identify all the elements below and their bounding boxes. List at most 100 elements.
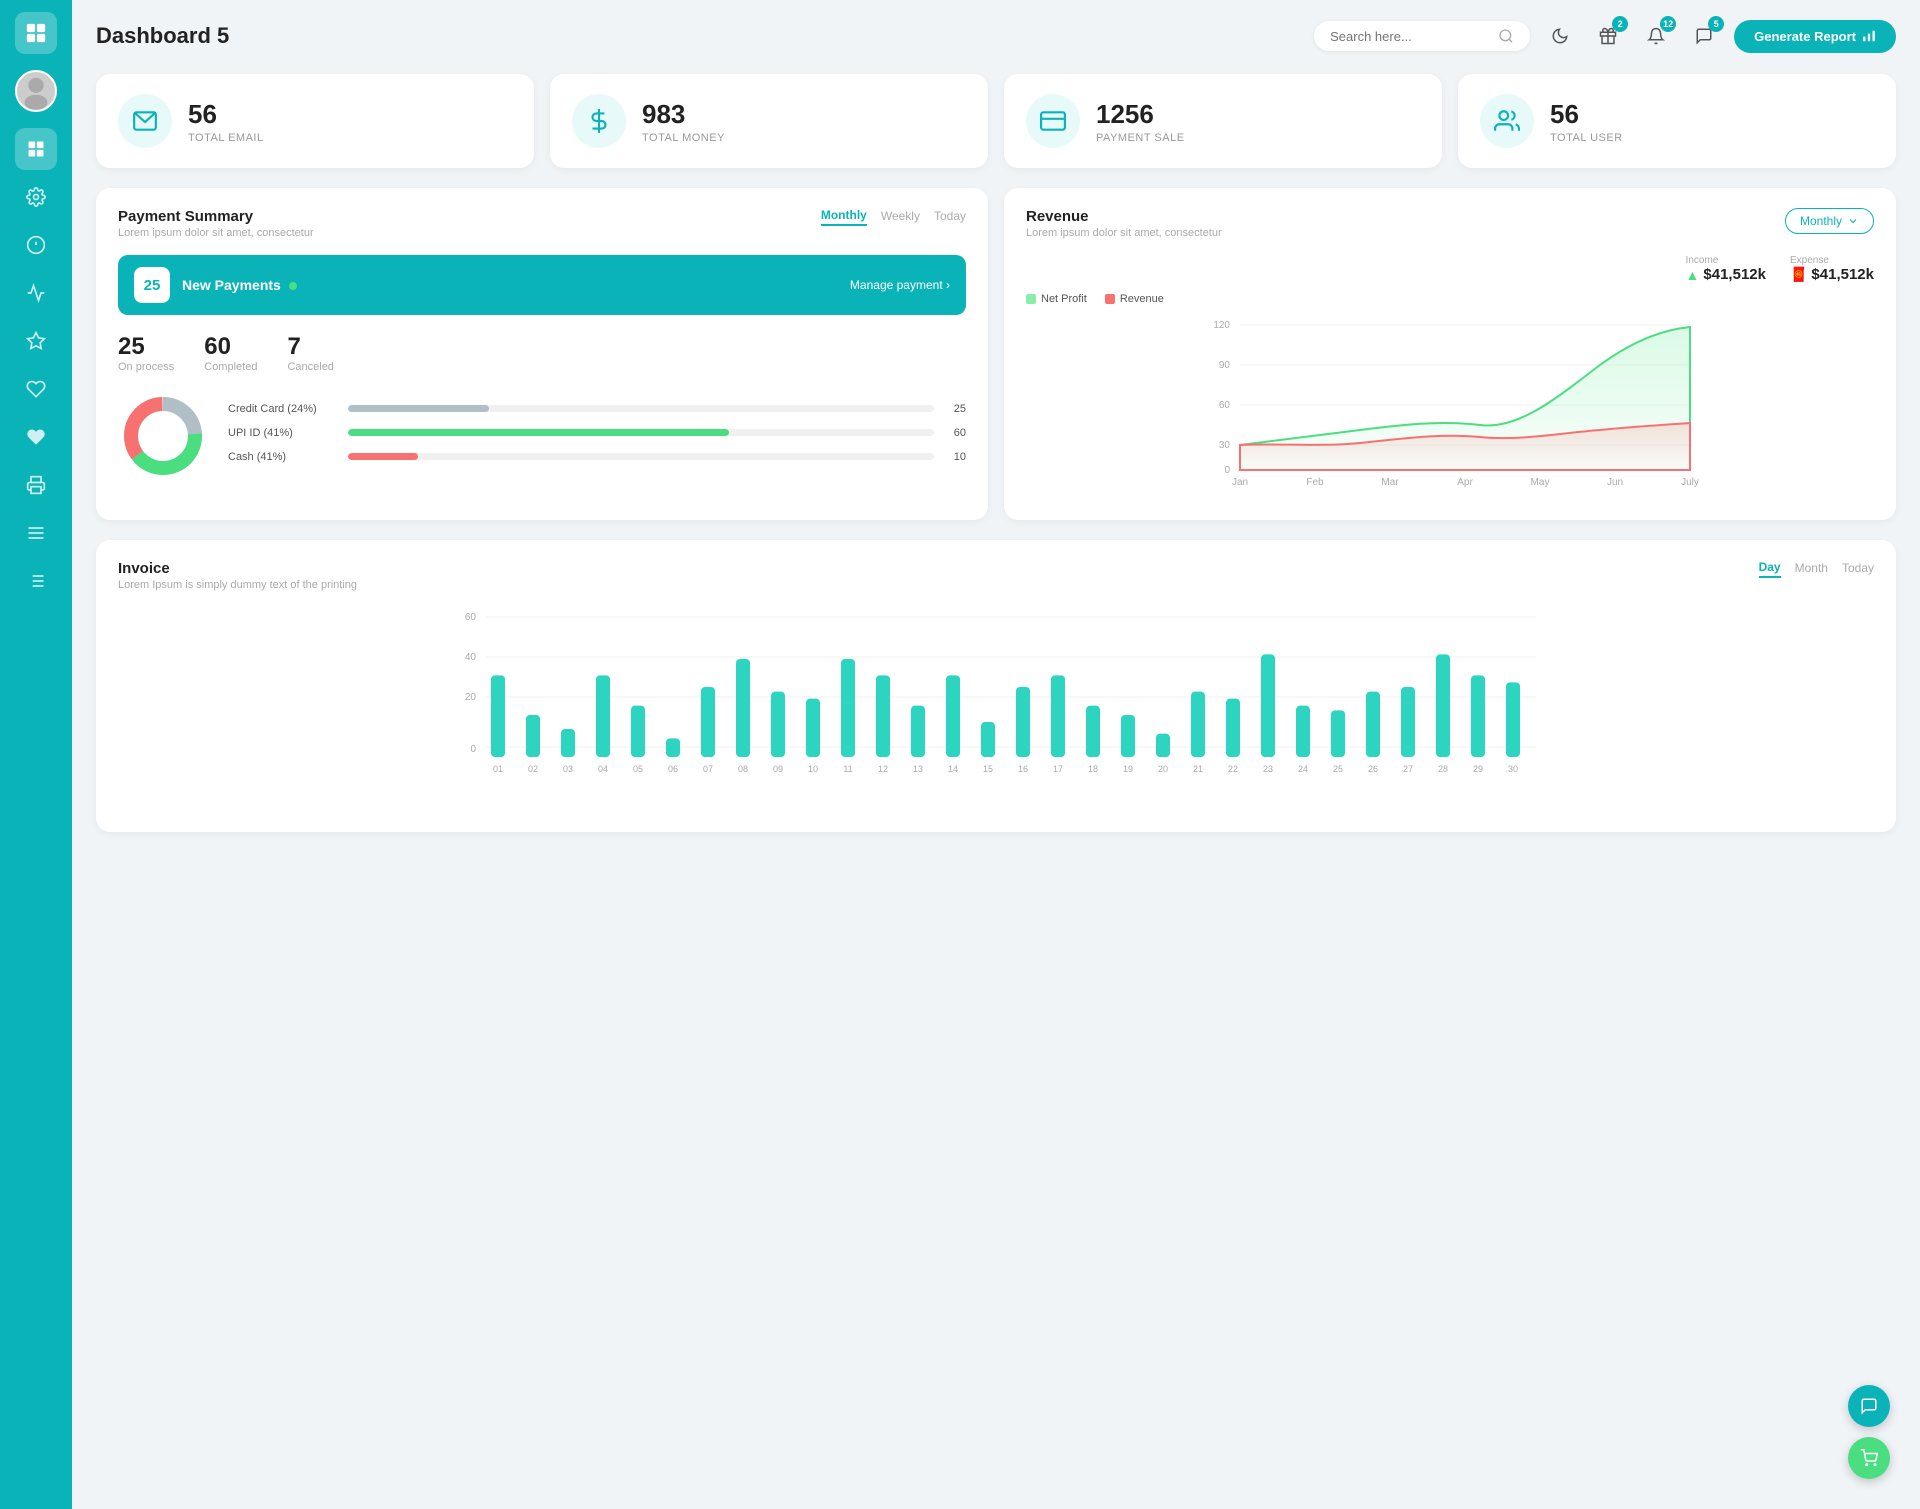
tab-today-invoice[interactable]: Today — [1842, 560, 1874, 578]
bar-item[interactable] — [1156, 734, 1170, 757]
bar-item[interactable] — [666, 738, 680, 757]
svg-text:05: 05 — [633, 764, 643, 774]
bar-item[interactable] — [491, 675, 505, 757]
bar-item[interactable] — [841, 659, 855, 757]
tab-weekly-payment[interactable]: Weekly — [881, 208, 920, 226]
chat-badge: 5 — [1708, 16, 1724, 32]
revenue-label: Revenue — [1120, 293, 1164, 305]
chat-button[interactable]: 5 — [1686, 18, 1722, 54]
bar-item[interactable] — [771, 692, 785, 757]
sidebar-item-list[interactable] — [15, 560, 57, 602]
bar-item[interactable] — [526, 715, 540, 757]
progress-item-cash: Cash (41%) 10 — [228, 451, 966, 463]
tab-monthly-payment[interactable]: Monthly — [821, 208, 867, 226]
sidebar-logo[interactable] — [15, 12, 57, 54]
stat-info-payment: 1256 PAYMENT SALE — [1096, 99, 1185, 144]
bar-item[interactable] — [1436, 654, 1450, 757]
bar-item[interactable] — [1226, 699, 1240, 757]
invoice-header: Invoice Lorem Ipsum is simply dummy text… — [118, 560, 1874, 591]
bar-item[interactable] — [1191, 692, 1205, 757]
bar-item[interactable] — [1051, 675, 1065, 757]
bell-badge: 12 — [1660, 16, 1676, 32]
page-title: Dashboard 5 — [96, 23, 229, 49]
cart-button[interactable] — [1848, 1437, 1890, 1479]
progress-item-upi: UPI ID (41%) 60 — [228, 427, 966, 439]
payment-methods-row: Credit Card (24%) 25 UPI ID (41%) 60 — [118, 391, 966, 486]
sidebar-item-heart-outline[interactable] — [15, 368, 57, 410]
sidebar-item-dashboard[interactable] — [15, 128, 57, 170]
sidebar-item-star[interactable] — [15, 320, 57, 362]
support-button[interactable] — [1848, 1385, 1890, 1427]
bar-item[interactable] — [1506, 682, 1520, 757]
tab-day-invoice[interactable]: Day — [1759, 560, 1781, 578]
bar-item[interactable] — [561, 729, 575, 757]
sidebar-item-print[interactable] — [15, 464, 57, 506]
bar-item[interactable] — [806, 699, 820, 757]
svg-text:14: 14 — [948, 764, 958, 774]
svg-text:12: 12 — [878, 764, 888, 774]
bar-item[interactable] — [1121, 715, 1135, 757]
bar-item[interactable] — [946, 675, 960, 757]
manage-payment-link[interactable]: Manage payment › — [850, 278, 950, 292]
email-icon — [132, 108, 158, 134]
bar-item[interactable] — [1261, 654, 1275, 757]
svg-text:0: 0 — [470, 744, 476, 755]
bar-item[interactable] — [876, 675, 890, 757]
bar-item[interactable] — [1331, 710, 1345, 757]
generate-report-label: Generate Report — [1754, 29, 1856, 44]
panels-row: Payment Summary Lorem ipsum dolor sit am… — [96, 188, 1896, 520]
bar-item[interactable] — [981, 722, 995, 757]
invoice-title: Invoice — [118, 560, 357, 577]
bar-item[interactable] — [911, 706, 925, 757]
svg-text:16: 16 — [1018, 764, 1028, 774]
search-input[interactable] — [1330, 29, 1490, 44]
sidebar-item-chart[interactable] — [15, 272, 57, 314]
dark-mode-toggle[interactable] — [1542, 18, 1578, 54]
completed-value: 60 — [204, 333, 257, 361]
generate-report-button[interactable]: Generate Report — [1734, 20, 1896, 53]
bar-item[interactable] — [1366, 692, 1380, 757]
svg-text:17: 17 — [1053, 764, 1063, 774]
bar-item[interactable] — [736, 659, 750, 757]
bar-item[interactable] — [1296, 706, 1310, 757]
progress-val-cc: 25 — [944, 403, 966, 415]
revenue-title: Revenue — [1026, 208, 1222, 225]
sidebar-item-info[interactable] — [15, 224, 57, 266]
svg-text:Jun: Jun — [1607, 477, 1623, 488]
bar-item[interactable] — [1471, 675, 1485, 757]
progress-bar-bg-cc — [348, 405, 934, 412]
legend-revenue: Revenue — [1105, 293, 1164, 305]
payment-summary-subtitle: Lorem ipsum dolor sit amet, consectetur — [118, 227, 314, 239]
stat-card-email: 56 TOTAL EMAIL — [96, 74, 534, 168]
legend-net-profit: Net Profit — [1026, 293, 1087, 305]
revenue-dropdown-label: Monthly — [1800, 214, 1842, 228]
bar-item[interactable] — [1086, 706, 1100, 757]
progress-bar-bg-cash — [348, 453, 934, 460]
revenue-monthly-dropdown[interactable]: Monthly — [1785, 208, 1874, 234]
bar-item[interactable] — [1016, 687, 1030, 757]
tab-today-payment[interactable]: Today — [934, 208, 966, 226]
bar-item[interactable] — [1401, 687, 1415, 757]
stat-value-payment: 1256 — [1096, 99, 1185, 130]
svg-text:29: 29 — [1473, 764, 1483, 774]
svg-text:20: 20 — [1158, 764, 1168, 774]
bar-item[interactable] — [596, 675, 610, 757]
invoice-chart: 60 40 20 0 01020304050607080910111213141… — [118, 607, 1874, 807]
revenue-meta: Income ▲ $41,512k Expense 🧧 $41,512k — [1026, 255, 1874, 283]
svg-text:Mar: Mar — [1381, 477, 1399, 488]
bar-item[interactable] — [701, 687, 715, 757]
sidebar-item-heart[interactable] — [15, 416, 57, 458]
svg-text:27: 27 — [1403, 764, 1413, 774]
expense-value: $41,512k — [1811, 266, 1874, 283]
gift-button[interactable]: 2 — [1590, 18, 1626, 54]
svg-text:May: May — [1531, 477, 1550, 488]
sidebar-item-settings[interactable] — [15, 176, 57, 218]
bar-item[interactable] — [631, 706, 645, 757]
tab-month-invoice[interactable]: Month — [1795, 560, 1828, 578]
bell-button[interactable]: 12 — [1638, 18, 1674, 54]
revenue-panel: Revenue Lorem ipsum dolor sit amet, cons… — [1004, 188, 1896, 520]
header-actions: 2 12 5 Generate Report — [1314, 18, 1896, 54]
user-avatar[interactable] — [15, 70, 57, 112]
sidebar-item-menu[interactable] — [15, 512, 57, 554]
svg-text:20: 20 — [465, 692, 477, 703]
